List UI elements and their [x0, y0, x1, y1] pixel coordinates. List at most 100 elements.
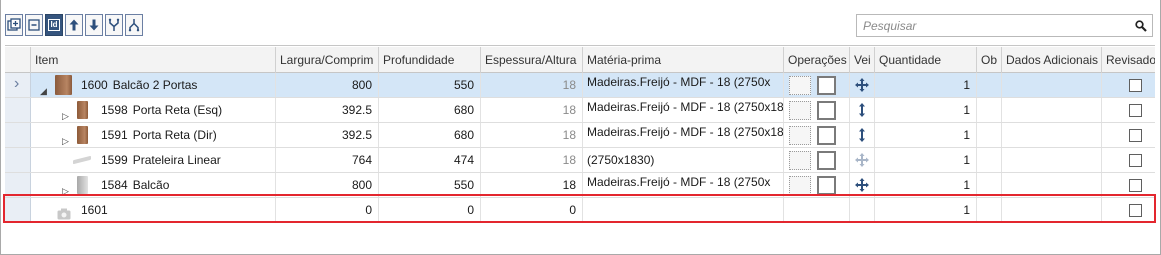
- cell-operacoes[interactable]: [784, 148, 850, 172]
- operation-box-icon[interactable]: [817, 126, 836, 145]
- expand-all-button[interactable]: [5, 14, 23, 36]
- col-header-profundidade[interactable]: Profundidade: [379, 47, 481, 73]
- cell-quantidade[interactable]: 1: [875, 198, 977, 222]
- cell-largura[interactable]: 392.5: [276, 98, 379, 122]
- cell-espessura[interactable]: 18: [481, 173, 583, 197]
- cell-espessura[interactable]: 18: [481, 98, 583, 122]
- cell-dados-adicionais[interactable]: [1002, 98, 1102, 122]
- cell-dados-adicionais[interactable]: [1002, 73, 1102, 97]
- cell-obs[interactable]: [977, 173, 1002, 197]
- move-arrows-icon[interactable]: [854, 152, 870, 168]
- cell-item[interactable]: 1601: [31, 198, 276, 222]
- cell-veio[interactable]: [850, 198, 875, 222]
- search-input[interactable]: [857, 15, 1130, 36]
- collapse-all-button[interactable]: [25, 14, 43, 36]
- cell-largura[interactable]: 392.5: [276, 123, 379, 147]
- row-header[interactable]: ›: [5, 73, 31, 97]
- row-header[interactable]: [5, 123, 31, 147]
- move-down-button[interactable]: [85, 14, 103, 36]
- cell-largura[interactable]: 800: [276, 173, 379, 197]
- cell-materia-prima[interactable]: (2750x1830): [583, 148, 784, 172]
- cell-item[interactable]: ◢ 1600 Balcão 2 Portas: [31, 73, 276, 97]
- expand-arrow-icon[interactable]: ▷: [62, 129, 69, 147]
- cell-operacoes[interactable]: [784, 73, 850, 97]
- revisado-checkbox[interactable]: [1129, 79, 1142, 92]
- operation-box-icon[interactable]: [817, 151, 836, 170]
- col-header-operacoes[interactable]: Operações: [784, 47, 850, 73]
- col-header-materia-prima[interactable]: Matéria-prima: [583, 47, 784, 73]
- cell-dados-adicionais[interactable]: [1002, 123, 1102, 147]
- cell-profundidade[interactable]: 474: [379, 148, 481, 172]
- col-header-dados-adicionais[interactable]: Dados Adicionais: [1002, 47, 1102, 73]
- cell-obs[interactable]: [977, 123, 1002, 147]
- cell-espessura[interactable]: 18: [481, 73, 583, 97]
- cell-quantidade[interactable]: 1: [875, 148, 977, 172]
- cell-operacoes[interactable]: [784, 123, 850, 147]
- cell-item[interactable]: 1599 Prateleira Linear: [31, 148, 276, 172]
- table-row[interactable]: ▷ 1584 Balcão 800 550 18 Madeiras.Freijó - MDF…: [5, 173, 1155, 198]
- cell-operacoes[interactable]: [784, 198, 850, 222]
- col-header-quantidade[interactable]: Quantidade: [875, 47, 977, 73]
- table-row[interactable]: 1601 0 0 0 1: [5, 198, 1155, 223]
- operation-box-icon[interactable]: [817, 76, 836, 95]
- cell-quantidade[interactable]: 1: [875, 123, 977, 147]
- cell-largura[interactable]: 800: [276, 73, 379, 97]
- move-arrows-icon[interactable]: [854, 177, 870, 193]
- search-icon[interactable]: [1130, 19, 1152, 32]
- cell-veio[interactable]: [850, 148, 875, 172]
- table-row[interactable]: 1599 Prateleira Linear 764 474 18 (2750x1830…: [5, 148, 1155, 173]
- search-box[interactable]: [856, 14, 1153, 37]
- table-row[interactable]: › ◢ 1600 Balcão 2 Portas 800 550 18 Madeiras.Fr…: [5, 73, 1155, 98]
- operation-box-icon[interactable]: [817, 176, 836, 195]
- cell-profundidade[interactable]: 550: [379, 173, 481, 197]
- revisado-checkbox[interactable]: [1129, 179, 1142, 192]
- expand-arrow-icon[interactable]: ▷: [62, 104, 69, 122]
- cell-materia-prima[interactable]: Madeiras.Freijó - MDF - 18 (2750x183: [583, 123, 784, 147]
- col-header-revisado[interactable]: Revisado: [1102, 47, 1155, 73]
- id-button[interactable]: Id: [45, 14, 63, 36]
- col-header-veio[interactable]: Vei: [850, 47, 875, 73]
- expand-arrow-icon[interactable]: ▷: [62, 179, 69, 197]
- collapse-arrow-icon[interactable]: ◢: [40, 79, 47, 97]
- cell-veio[interactable]: [850, 98, 875, 122]
- revisado-checkbox[interactable]: [1129, 129, 1142, 142]
- cell-profundidade[interactable]: 680: [379, 98, 481, 122]
- cell-largura[interactable]: 764: [276, 148, 379, 172]
- col-header-largura[interactable]: Largura/Comprim: [276, 47, 379, 73]
- row-header[interactable]: [5, 198, 31, 222]
- cell-operacoes[interactable]: [784, 173, 850, 197]
- cell-profundidade[interactable]: 0: [379, 198, 481, 222]
- revisado-checkbox[interactable]: [1129, 104, 1142, 117]
- table-row[interactable]: ▷ 1591 Porta Reta (Dir) 392.5 680 18 Madeiras.…: [5, 123, 1155, 148]
- vertical-arrows-icon[interactable]: [854, 127, 870, 143]
- move-up-button[interactable]: [65, 14, 83, 36]
- cell-espessura[interactable]: 18: [481, 123, 583, 147]
- cell-obs[interactable]: [977, 73, 1002, 97]
- col-header-espessura[interactable]: Espessura/Altura: [481, 47, 583, 73]
- split-button[interactable]: [125, 14, 143, 36]
- col-header-item[interactable]: Item: [31, 47, 276, 73]
- cell-obs[interactable]: [977, 198, 1002, 222]
- merge-button[interactable]: [105, 14, 123, 36]
- cell-dados-adicionais[interactable]: [1002, 148, 1102, 172]
- cell-materia-prima[interactable]: Madeiras.Freijó - MDF - 18 (2750x: [583, 173, 784, 197]
- cell-quantidade[interactable]: 1: [875, 73, 977, 97]
- cell-item[interactable]: ▷ 1598 Porta Reta (Esq): [31, 98, 276, 122]
- cell-profundidade[interactable]: 550: [379, 73, 481, 97]
- cell-dados-adicionais[interactable]: [1002, 198, 1102, 222]
- cell-largura[interactable]: 0: [276, 198, 379, 222]
- row-header[interactable]: [5, 148, 31, 172]
- cell-operacoes[interactable]: [784, 98, 850, 122]
- row-header[interactable]: [5, 173, 31, 197]
- cell-item[interactable]: ▷ 1591 Porta Reta (Dir): [31, 123, 276, 147]
- cell-veio[interactable]: [850, 73, 875, 97]
- cell-materia-prima[interactable]: Madeiras.Freijó - MDF - 18 (2750x: [583, 73, 784, 97]
- cell-item[interactable]: ▷ 1584 Balcão: [31, 173, 276, 197]
- cell-espessura[interactable]: 18: [481, 148, 583, 172]
- vertical-arrows-icon[interactable]: [854, 102, 870, 118]
- row-header[interactable]: [5, 98, 31, 122]
- cell-materia-prima[interactable]: Madeiras.Freijó - MDF - 18 (2750x183: [583, 98, 784, 122]
- cell-espessura[interactable]: 0: [481, 198, 583, 222]
- cell-dados-adicionais[interactable]: [1002, 173, 1102, 197]
- cell-obs[interactable]: [977, 148, 1002, 172]
